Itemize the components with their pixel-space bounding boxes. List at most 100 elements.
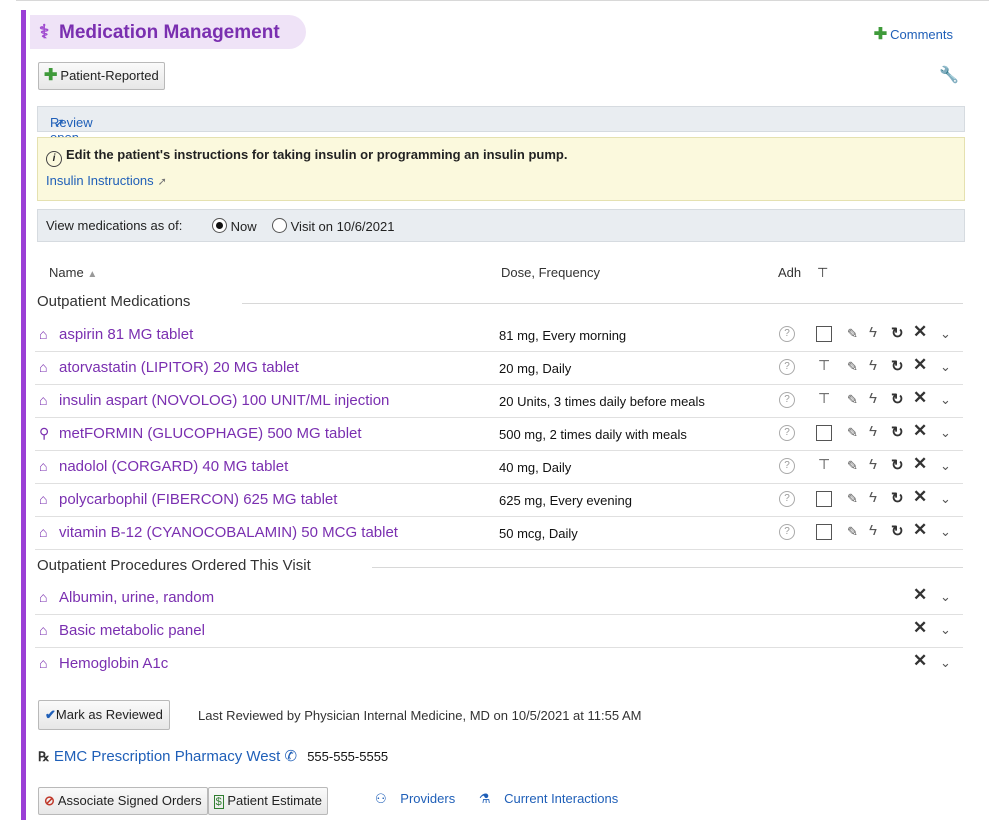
discontinue-icon[interactable]: ✕	[913, 651, 927, 671]
discontinue-icon[interactable]: ✕	[913, 355, 927, 375]
insulin-instructions-link[interactable]: Insulin Instructions ➚	[46, 173, 167, 188]
outpatient-medications-label: Outpatient Medications	[37, 293, 191, 310]
chevron-down-icon[interactable]: ⌄	[940, 359, 951, 375]
medication-name-link[interactable]: nadolol (CORGARD) 40 MG tablet	[59, 458, 288, 475]
chevron-down-icon[interactable]: ⌄	[940, 425, 951, 441]
edit-pencil-icon[interactable]: ✎	[847, 524, 858, 540]
medication-name-link[interactable]: polycarbophil (FIBERCON) 625 MG tablet	[59, 491, 337, 508]
lightning-icon[interactable]: ϟ	[869, 489, 877, 506]
medication-name-link[interactable]: aspirin 81 MG tablet	[59, 326, 193, 343]
comments-link[interactable]: ✚ Comments	[874, 24, 953, 44]
medication-dose: 20 mg, Daily	[499, 361, 572, 376]
help-icon[interactable]: ?	[779, 326, 795, 342]
mark-as-reviewed-button[interactable]: ✔Mark as Reviewed	[38, 700, 170, 730]
help-icon[interactable]: ?	[779, 425, 795, 441]
adherence-checkbox[interactable]	[816, 425, 832, 441]
procedure-name-link[interactable]: Basic metabolic panel	[59, 622, 205, 639]
edit-pencil-icon[interactable]: ✎	[847, 425, 858, 441]
lightning-icon[interactable]: ϟ	[869, 390, 877, 407]
discontinue-icon[interactable]: ✕	[913, 388, 927, 408]
reorder-icon[interactable]: ↻	[891, 456, 904, 474]
medication-name-link[interactable]: metFORMIN (GLUCOPHAGE) 500 MG tablet	[59, 425, 362, 442]
reorder-icon[interactable]: ↻	[891, 522, 904, 540]
pin-icon[interactable]: ⊤	[818, 390, 830, 407]
pharmacy-name-link[interactable]: EMC Prescription Pharmacy West	[54, 748, 280, 765]
associate-signed-orders-button[interactable]: ⊘ Associate Signed Orders	[38, 787, 208, 815]
view-as-of-label: View medications as of:	[46, 218, 183, 233]
discontinue-icon[interactable]: ✕	[913, 421, 927, 441]
chevron-down-icon[interactable]: ⌄	[940, 326, 951, 342]
discontinue-icon[interactable]: ✕	[913, 520, 927, 540]
chevron-down-icon[interactable]: ⌄	[940, 392, 951, 408]
edit-pencil-icon[interactable]: ✎	[847, 326, 858, 342]
providers-link[interactable]: ⚇ Providers	[375, 791, 465, 806]
radio-visit-circle[interactable]	[272, 218, 287, 233]
edit-pencil-icon[interactable]: ✎	[847, 359, 858, 375]
chevron-down-icon[interactable]: ⌄	[940, 589, 951, 605]
chevron-down-icon[interactable]: ⌄	[940, 622, 951, 638]
lightning-icon[interactable]: ϟ	[869, 456, 877, 473]
procedure-row: ⌂ Albumin, urine, random ✕ ⌄	[35, 581, 963, 615]
lightning-icon[interactable]: ϟ	[869, 423, 877, 440]
home-icon: ⌂	[39, 524, 48, 540]
money-icon: $	[213, 795, 224, 809]
patient-reported-button[interactable]: ✚ Patient-Reported	[38, 62, 165, 90]
patient-estimate-button[interactable]: $ Patient Estimate	[207, 787, 329, 815]
edit-pencil-icon[interactable]: ✎	[847, 491, 858, 507]
discontinue-icon[interactable]: ✕	[913, 618, 927, 638]
home-icon: ⌂	[39, 359, 48, 375]
page-title-text: Medication Management	[59, 22, 280, 43]
edit-pencil-icon[interactable]: ✎	[847, 458, 858, 474]
chevron-down-icon[interactable]: ⌄	[940, 655, 951, 671]
lightning-icon[interactable]: ϟ	[869, 522, 877, 539]
help-icon[interactable]: ?	[779, 524, 795, 540]
procedure-name-link[interactable]: Albumin, urine, random	[59, 589, 214, 606]
reorder-icon[interactable]: ↻	[891, 423, 904, 441]
pin-icon[interactable]: ⊤	[818, 357, 830, 374]
chevron-down-icon[interactable]: ⌄	[940, 491, 951, 507]
adherence-checkbox[interactable]	[816, 524, 832, 540]
chevron-down-icon[interactable]: ⌄	[940, 458, 951, 474]
current-interactions-link[interactable]: ⚗ Current Interactions	[479, 791, 628, 806]
discontinue-icon[interactable]: ✕	[913, 322, 927, 342]
help-icon[interactable]: ?	[779, 359, 795, 375]
procedure-name-link[interactable]: Hemoglobin A1c	[59, 655, 168, 672]
column-header-adh: Adh	[778, 265, 802, 280]
discontinue-icon[interactable]: ✕	[913, 585, 927, 605]
medication-name-link[interactable]: vitamin B-12 (CYANOCOBALAMIN) 50 MCG tab…	[59, 524, 398, 541]
reorder-icon[interactable]: ↻	[891, 324, 904, 342]
radio-now-circle[interactable]	[212, 218, 227, 233]
adherence-checkbox[interactable]	[816, 326, 832, 342]
wrench-icon[interactable]: 🔧	[939, 65, 959, 85]
current-interactions-label: Current Interactions	[504, 791, 619, 806]
help-icon[interactable]: ?	[779, 392, 795, 408]
home-icon: ⌂	[39, 622, 48, 638]
insulin-instructions-note: i Edit the patient's instructions for tak…	[37, 137, 965, 201]
lightning-icon[interactable]: ϟ	[869, 324, 877, 341]
medication-name-link[interactable]: atorvastatin (LIPITOR) 20 MG tablet	[59, 359, 299, 376]
medication-dose: 81 mg, Every morning	[499, 328, 627, 343]
providers-icon: ⚇	[375, 791, 387, 806]
discontinue-icon[interactable]: ✕	[913, 454, 927, 474]
help-icon[interactable]: ?	[779, 491, 795, 507]
medication-name-link[interactable]: insulin aspart (NOVOLOG) 100 UNIT/ML inj…	[59, 392, 389, 409]
reorder-icon[interactable]: ↻	[891, 390, 904, 408]
adherence-checkbox[interactable]	[816, 491, 832, 507]
help-icon[interactable]: ?	[779, 458, 795, 474]
patient-estimate-label: Patient Estimate	[227, 793, 323, 808]
external-arrow-icon: ➚	[54, 115, 65, 130]
pin-icon[interactable]: ⊤	[818, 456, 830, 473]
radio-visit[interactable]: Visit on 10/6/2021	[272, 218, 394, 234]
reorder-icon[interactable]: ↻	[891, 357, 904, 375]
edit-pencil-icon[interactable]: ✎	[847, 392, 858, 408]
radio-now[interactable]: Now	[212, 218, 257, 234]
insulin-instructions-label: Insulin Instructions	[46, 173, 154, 188]
discontinue-icon[interactable]: ✕	[913, 487, 927, 507]
radio-now-label: Now	[230, 219, 257, 234]
column-header-name[interactable]: Name ▲	[49, 265, 97, 280]
checkmark-icon: ✔	[45, 707, 56, 722]
reorder-icon[interactable]: ↻	[891, 489, 904, 507]
chevron-down-icon[interactable]: ⌄	[940, 524, 951, 540]
lightning-icon[interactable]: ϟ	[869, 357, 877, 374]
phone-icon: ✆	[284, 748, 298, 765]
